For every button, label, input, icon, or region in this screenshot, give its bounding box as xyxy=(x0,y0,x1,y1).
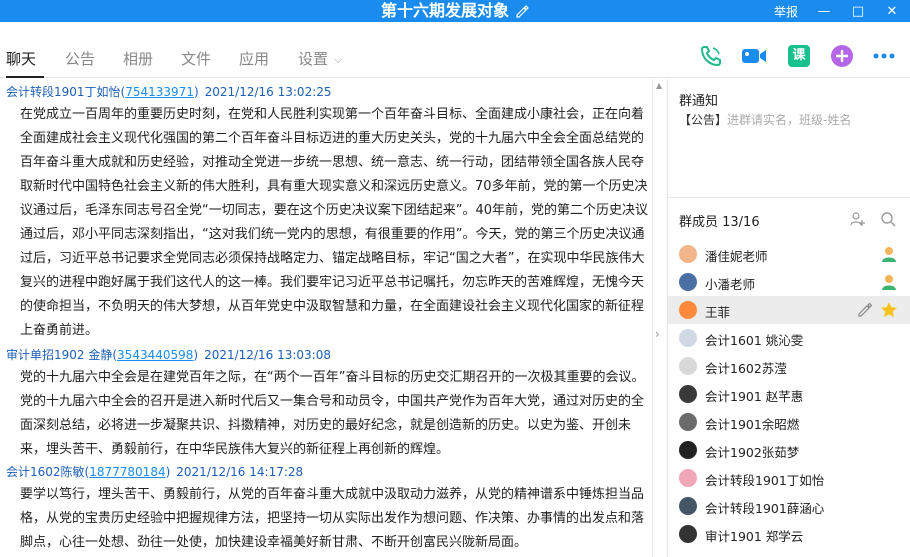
member-name: 会计1901 赵芊惠 xyxy=(705,389,804,404)
member-name: 会计1901余昭燃 xyxy=(705,417,800,432)
member-item[interactable]: 会计1601 姚沁雯 xyxy=(668,324,910,352)
members-title: 群成员 13/16 xyxy=(679,215,760,230)
message-sender-qq[interactable]: 754133971 xyxy=(125,85,194,99)
avatar xyxy=(679,329,697,347)
tab-files[interactable]: 文件 xyxy=(181,48,211,69)
member-name: 会计1601 姚沁雯 xyxy=(705,333,804,348)
member-name: 审计1901 郑学云 xyxy=(705,529,804,544)
admin-user-icon xyxy=(882,247,896,262)
member-name: 会计1902张茹梦 xyxy=(705,445,800,460)
tab-settings[interactable]: 设置 ⌵ xyxy=(298,48,342,69)
members-tools xyxy=(850,211,896,227)
avatar xyxy=(679,469,697,487)
chevron-down-icon: ⌵ xyxy=(334,53,343,66)
message-sender-close: ) xyxy=(193,85,199,99)
avatar xyxy=(679,441,697,459)
avatar xyxy=(679,413,697,431)
message-body: 在党成立一百周年的重要历史时刻，在党和人民胜利实现第一个百年奋斗目标、全面建成小… xyxy=(20,107,649,338)
avatar xyxy=(679,497,697,515)
message-header: 会计转段1901丁如怡(754133971) 2021/12/16 13:02:2… xyxy=(6,83,332,100)
message-header: 会计1602陈敏(1877780184) 2021/12/16 14:17:28 xyxy=(6,463,303,480)
member-item[interactable]: 会计1901余昭燃 xyxy=(668,408,910,436)
minimize-button[interactable]: — xyxy=(816,4,832,19)
avatar xyxy=(679,357,697,375)
member-item[interactable]: 会计1902张茹梦 xyxy=(668,436,910,464)
message-sender[interactable]: 会计转段1901丁如怡( xyxy=(6,85,125,99)
avatar xyxy=(679,525,697,543)
member-item[interactable]: 王菲 xyxy=(668,296,910,324)
group-notice-title: 群通知 xyxy=(679,94,719,109)
member-item[interactable]: 会计1602苏滢 xyxy=(668,352,910,380)
more-button[interactable] xyxy=(871,43,897,69)
notice-tag: 【公告】 xyxy=(679,113,728,127)
active-tab-indicator xyxy=(6,76,44,78)
member-name: 会计转段1901丁如怡 xyxy=(705,473,825,488)
tab-bar: 聊天 公告 相册 文件 应用 设置 ⌵ 课 xyxy=(0,22,910,78)
add-member-icon[interactable] xyxy=(850,211,866,227)
avatar xyxy=(679,245,697,263)
avatar xyxy=(679,273,697,291)
collapse-panel-icon[interactable]: › xyxy=(655,327,660,341)
plus-circle-icon xyxy=(831,45,853,67)
member-name: 潘佳妮老师 xyxy=(705,249,768,264)
more-dots-icon xyxy=(873,53,895,59)
report-button[interactable]: 举报 xyxy=(774,3,798,20)
avatar xyxy=(679,301,697,319)
member-name: 王菲 xyxy=(705,305,731,320)
message-sender-close: ) xyxy=(193,348,199,362)
search-icon[interactable] xyxy=(880,211,896,227)
admin-user-icon xyxy=(882,275,896,290)
member-name: 会计1602苏滢 xyxy=(705,361,787,376)
course-button[interactable]: 课 xyxy=(786,43,812,69)
tab-settings-label: 设置 xyxy=(298,50,329,68)
member-item[interactable]: 潘佳妮老师 xyxy=(668,240,910,268)
message-sender[interactable]: 审计单招1902 金静( xyxy=(6,348,117,362)
member-name: 小潘老师 xyxy=(705,277,756,292)
title-bar: 第十六期发展对象 举报 — □ ✕ xyxy=(0,0,910,22)
message-sender[interactable]: 会计1602陈敏( xyxy=(6,465,89,479)
tab-announcement[interactable]: 公告 xyxy=(65,48,95,69)
phone-icon xyxy=(700,46,721,67)
course-icon: 课 xyxy=(788,45,810,67)
avatar xyxy=(679,385,697,403)
member-item[interactable]: 会计1901 赵芊惠 xyxy=(668,380,910,408)
phone-call-button[interactable] xyxy=(698,43,724,69)
tab-album[interactable]: 相册 xyxy=(123,48,153,69)
add-app-button[interactable] xyxy=(829,43,855,69)
message-header: 审计单招1902 金静(3543440598) 2021/12/16 13:03:… xyxy=(6,346,331,363)
member-item[interactable]: 会计转段1901薛涵心 xyxy=(668,492,910,520)
video-camera-icon xyxy=(742,49,766,63)
group-info-panel: 群通知 【公告】进群请实名，班级-姓名 群成员 13/16 潘佳妮老师 小潘老师… xyxy=(667,79,910,557)
message-body: 要学以笃行，埋头苦干、勇毅前行，从党的百年奋斗重大成就中汲取动力滋养，从党的精神… xyxy=(20,487,645,550)
course-icon-label: 课 xyxy=(792,48,806,63)
message-sender-qq[interactable]: 1877780184 xyxy=(89,465,165,479)
member-item[interactable]: 审计1901 郑学云 xyxy=(668,520,910,548)
tab-apps[interactable]: 应用 xyxy=(239,48,269,69)
message-sender-close: ) xyxy=(165,465,171,479)
message-sender-qq[interactable]: 3543440598 xyxy=(117,348,193,362)
close-button[interactable]: ✕ xyxy=(884,4,900,19)
edit-icon[interactable] xyxy=(857,302,873,318)
member-name: 会计转段1901薛涵心 xyxy=(705,501,825,516)
owner-star-icon xyxy=(881,302,897,318)
tab-chat[interactable]: 聊天 xyxy=(6,48,36,69)
member-item[interactable]: 小潘老师 xyxy=(668,268,910,296)
message-time: 2021/12/16 13:03:08 xyxy=(204,348,331,362)
chat-scrollbar[interactable]: ▲ xyxy=(652,79,666,557)
scroll-up-icon[interactable]: ▲ xyxy=(656,81,662,90)
message-body: 党的十九届六中全会是在建党百年之际，在“两个一百年”奋斗目标的历史交汇期召开的一… xyxy=(20,370,645,457)
chat-message-list[interactable]: 会计转段1901丁如怡(754133971) 2021/12/16 13:02:2… xyxy=(0,79,652,557)
maximize-button[interactable]: □ xyxy=(850,4,866,19)
notice-text: 进群请实名，班级-姓名 xyxy=(727,113,852,127)
edit-title-icon[interactable] xyxy=(515,4,529,18)
member-item[interactable]: 会计转段1901丁如怡 xyxy=(668,464,910,492)
group-title-text: 第十六期发展对象 xyxy=(380,1,509,20)
panel-divider xyxy=(668,197,910,198)
message-time: 2021/12/16 14:17:28 xyxy=(176,465,304,479)
group-notice-content[interactable]: 【公告】进群请实名，班级-姓名 xyxy=(679,111,851,128)
message-time: 2021/12/16 13:02:25 xyxy=(204,85,332,99)
video-call-button[interactable] xyxy=(741,43,767,69)
